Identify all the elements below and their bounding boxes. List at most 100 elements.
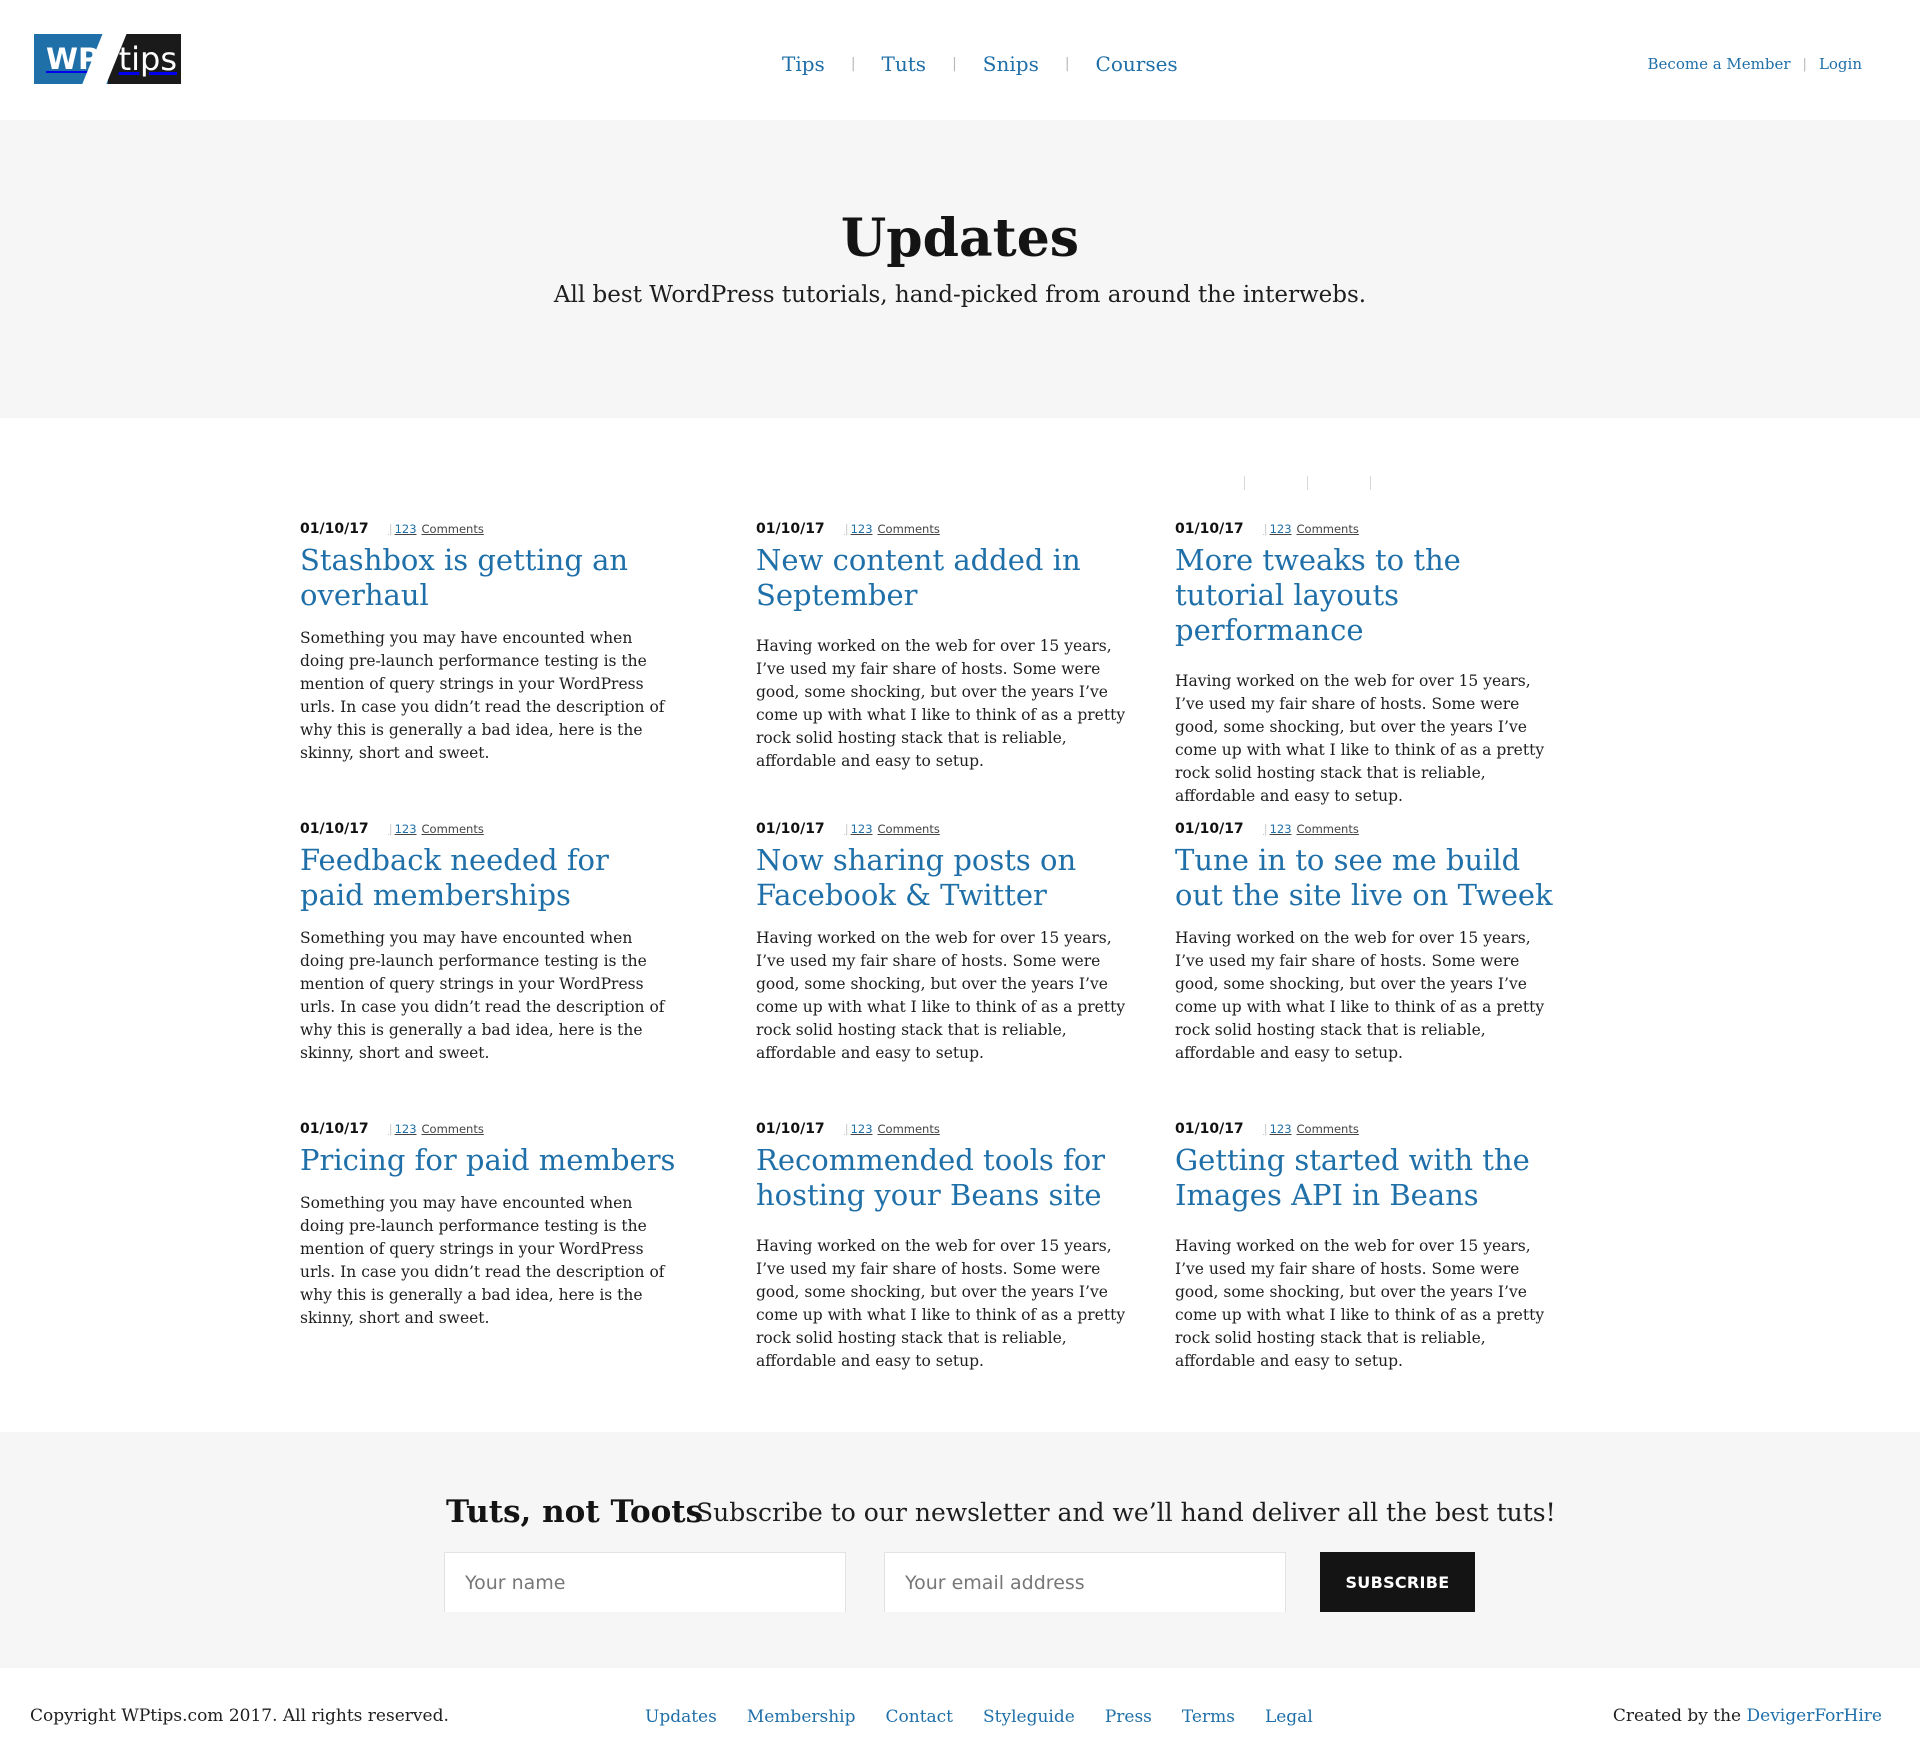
comment-tick: |	[1263, 822, 1268, 836]
post-meta: 01/10/17 | 123 Comments	[300, 821, 680, 837]
newsletter-subtitle: Subscribe to our newsletter and we’ll ha…	[696, 1498, 1556, 1527]
post-comments-link[interactable]: | 123 Comments	[845, 822, 940, 836]
divider	[1370, 476, 1371, 490]
comment-count: 123	[850, 522, 873, 536]
post-card: 01/10/17 | 123 Comments Recommended tools …	[756, 1121, 1136, 1373]
comment-tick: |	[844, 822, 849, 836]
comment-count: 123	[394, 1122, 417, 1136]
footer-link-updates[interactable]: Updates	[645, 1707, 717, 1727]
site-logo[interactable]: WP tips	[34, 34, 181, 84]
post-title-link[interactable]: Feedback needed for paid memberships	[300, 843, 680, 913]
comment-label: Comments	[1296, 522, 1359, 536]
subscribe-button[interactable]: SUBSCRIBE	[1320, 1552, 1475, 1612]
post-title-link[interactable]: More tweaks to the tutorial layouts perf…	[1175, 543, 1555, 648]
email-input[interactable]	[884, 1552, 1286, 1612]
comment-count: 123	[394, 522, 417, 536]
post-comments-link[interactable]: | 123 Comments	[389, 522, 484, 536]
post-comments-link[interactable]: | 123 Comments	[389, 822, 484, 836]
copyright-text: Copyright WPtips.com 2017. All rights re…	[30, 1706, 449, 1726]
nav-separator: |	[952, 56, 957, 72]
post-comments-link[interactable]: | 123 Comments	[1264, 822, 1359, 836]
post-date: 01/10/17	[756, 521, 825, 537]
comment-label: Comments	[421, 1122, 484, 1136]
post-title-link[interactable]: Now sharing posts on Facebook & Twitter	[756, 843, 1136, 913]
footer-link-legal[interactable]: Legal	[1265, 1707, 1313, 1727]
divider	[1244, 476, 1245, 490]
comment-tick: |	[844, 522, 849, 536]
comment-label: Comments	[877, 522, 940, 536]
post-meta: 01/10/17 | 123 Comments	[1175, 821, 1555, 837]
footer-nav: Updates Membership Contact Styleguide Pr…	[645, 1707, 1343, 1727]
nav-separator: |	[1064, 56, 1070, 72]
login-link[interactable]: Login	[1819, 55, 1862, 73]
post-comments-link[interactable]: | 123 Comments	[1264, 522, 1359, 536]
comment-label: Comments	[877, 822, 940, 836]
post-meta: 01/10/17 | 123 Comments	[300, 521, 680, 537]
post-date: 01/10/17	[300, 521, 369, 537]
post-title-link[interactable]: Recommended tools for hosting your Beans…	[756, 1143, 1136, 1213]
post-date: 01/10/17	[756, 821, 825, 837]
comment-label: Comments	[421, 522, 484, 536]
comment-tick: |	[388, 1122, 393, 1136]
filter-separators	[1244, 476, 1433, 490]
newsletter-heading: Tuts, not Toots	[446, 1494, 704, 1530]
post-meta: 01/10/17 | 123 Comments	[300, 1121, 680, 1137]
post-excerpt: Having worked on the web for over 15 yea…	[756, 637, 1126, 770]
post-date: 01/10/17	[300, 1121, 369, 1137]
post-card: 01/10/17 | 123 Comments More tweaks to the…	[1175, 521, 1555, 808]
site-header: WP tips Tips | Tuts | Snips | Courses Be…	[0, 0, 1920, 120]
post-comments-link[interactable]: | 123 Comments	[845, 522, 940, 536]
footer-link-styleguide[interactable]: Styleguide	[983, 1707, 1075, 1727]
post-card: 01/10/17 | 123 Comments New content added …	[756, 521, 1136, 773]
footer-link-membership[interactable]: Membership	[747, 1707, 856, 1727]
footer-link-press[interactable]: Press	[1105, 1707, 1152, 1727]
post-comments-link[interactable]: | 123 Comments	[389, 1122, 484, 1136]
comment-label: Comments	[1296, 1122, 1359, 1136]
post-excerpt: Having worked on the web for over 15 yea…	[1175, 929, 1545, 1062]
comment-tick: |	[388, 822, 393, 836]
post-title-link[interactable]: Getting started with the Images API in B…	[1175, 1143, 1555, 1213]
post-meta: 01/10/17 | 123 Comments	[756, 821, 1136, 837]
post-excerpt: Having worked on the web for over 15 yea…	[756, 1237, 1126, 1370]
nav-separator: |	[1802, 56, 1807, 72]
comment-count: 123	[1269, 522, 1292, 536]
post-date: 01/10/17	[1175, 1121, 1244, 1137]
post-card: 01/10/17 | 123 Comments Stashbox is gettin…	[300, 521, 680, 765]
credit-link[interactable]: DevigerForHire	[1747, 1706, 1882, 1726]
post-title-link[interactable]: Tune in to see me build out the site liv…	[1175, 843, 1555, 913]
credit-prefix: Created by the	[1612, 1706, 1742, 1726]
post-card: 01/10/17 | 123 Comments Pricing for paid m…	[300, 1121, 680, 1330]
post-excerpt: Having worked on the web for over 15 yea…	[1175, 672, 1545, 805]
become-member-link[interactable]: Become a Member	[1648, 55, 1791, 73]
name-input[interactable]	[444, 1552, 846, 1612]
nav-item-tuts[interactable]: Tuts	[882, 52, 927, 76]
comment-label: Comments	[421, 822, 484, 836]
comment-count: 123	[850, 1122, 873, 1136]
post-title-link[interactable]: Pricing for paid members	[300, 1143, 680, 1178]
post-excerpt: Something you may have encounted when do…	[300, 1194, 665, 1327]
comment-label: Comments	[877, 1122, 940, 1136]
post-title-link[interactable]: Stashbox is getting an overhaul	[300, 543, 680, 613]
post-card: 01/10/17 | 123 Comments Feedback needed fo…	[300, 821, 680, 1065]
post-comments-link[interactable]: | 123 Comments	[1264, 1122, 1359, 1136]
nav-item-snips[interactable]: Snips	[983, 52, 1039, 76]
post-date: 01/10/17	[1175, 821, 1244, 837]
comment-count: 123	[394, 822, 417, 836]
credit-text: Created by the DevigerForHire	[1613, 1706, 1882, 1726]
nav-separator: |	[850, 56, 856, 72]
post-comments-link[interactable]: | 123 Comments	[845, 1122, 940, 1136]
post-title-link[interactable]: New content added in September	[756, 543, 1136, 613]
nav-item-tips[interactable]: Tips	[782, 52, 825, 76]
comment-count: 123	[1269, 1122, 1292, 1136]
post-card: 01/10/17 | 123 Comments Now sharing posts …	[756, 821, 1136, 1065]
footer-link-terms[interactable]: Terms	[1182, 1707, 1235, 1727]
comment-count: 123	[850, 822, 873, 836]
comment-label: Comments	[1296, 822, 1359, 836]
comment-tick: |	[1263, 522, 1268, 536]
post-date: 01/10/17	[300, 821, 369, 837]
nav-item-courses[interactable]: Courses	[1096, 52, 1178, 76]
comment-tick: |	[388, 522, 393, 536]
footer-link-contact[interactable]: Contact	[886, 1707, 954, 1727]
post-meta: 01/10/17 | 123 Comments	[1175, 521, 1555, 537]
post-card: 01/10/17 | 123 Comments Getting started wi…	[1175, 1121, 1555, 1373]
